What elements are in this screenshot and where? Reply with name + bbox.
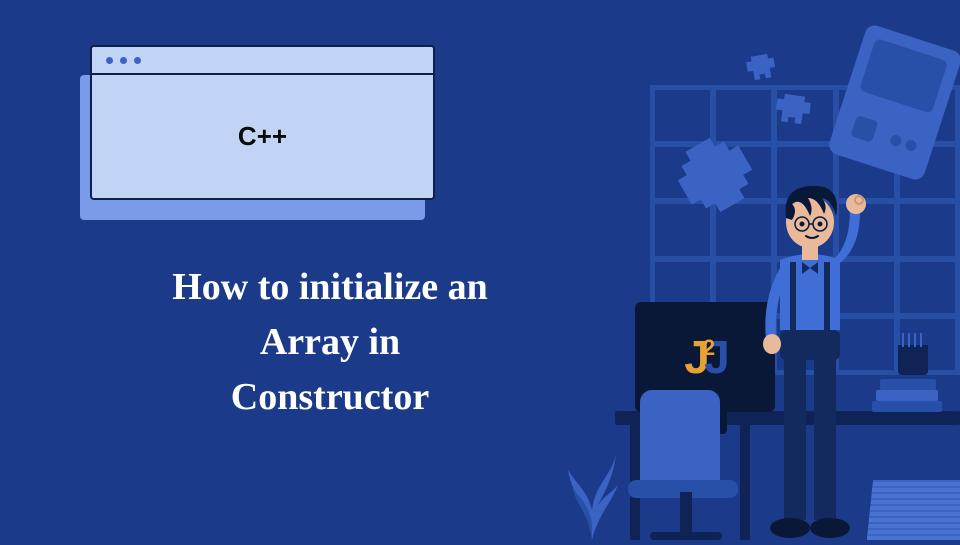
article-title: How to initialize an Array in Constructo…: [100, 260, 560, 425]
j2j-logo: J2J: [684, 330, 725, 384]
person-icon: [732, 130, 882, 540]
title-line: Array in: [100, 315, 560, 370]
invader-icon: [745, 53, 777, 81]
title-line: How to initialize an: [100, 260, 560, 315]
card-titlebar: [92, 47, 433, 75]
plant-icon: [562, 415, 622, 540]
illustration: J2J: [560, 0, 960, 540]
window-dot-icon: [106, 57, 113, 64]
language-card: C++: [90, 45, 435, 200]
window-dot-icon: [120, 57, 127, 64]
window-dot-icon: [134, 57, 141, 64]
card-body: C++: [92, 75, 433, 198]
logo-number: 2: [703, 335, 711, 360]
title-line: Constructor: [100, 370, 560, 425]
language-label: C++: [238, 121, 287, 152]
books-icon: [872, 374, 942, 412]
chair-base-icon: [650, 532, 722, 540]
pencil-cup-icon: [898, 345, 928, 375]
